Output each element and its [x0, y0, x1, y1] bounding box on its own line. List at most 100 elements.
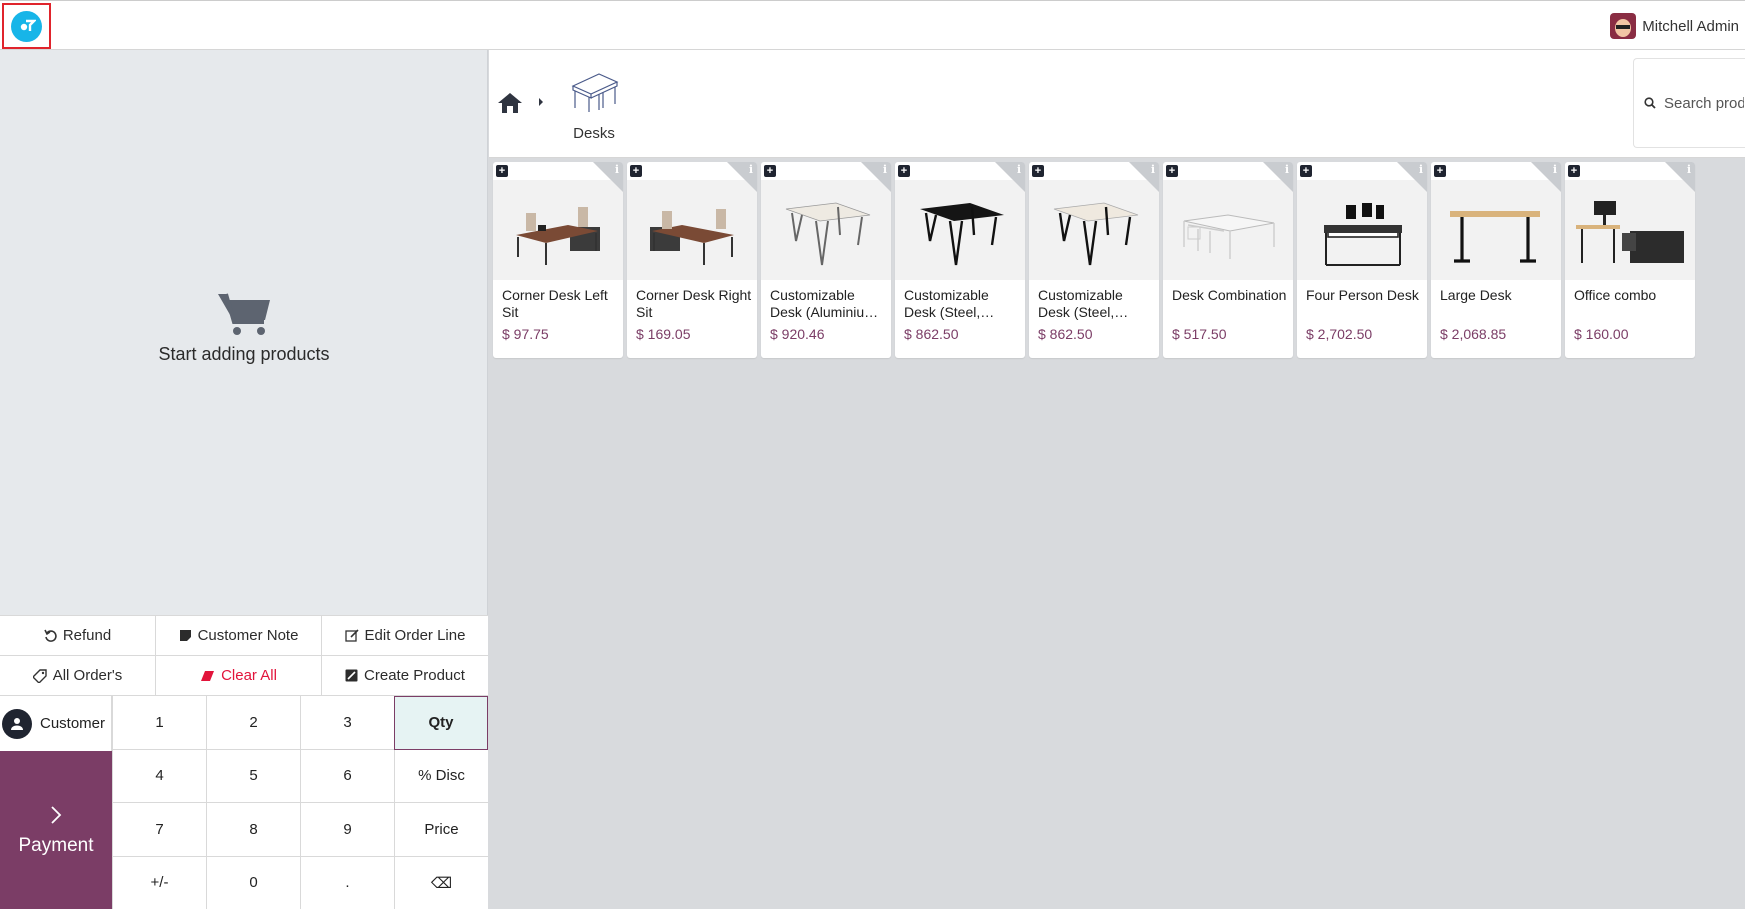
info-icon[interactable]: i: [1553, 163, 1557, 176]
numpad-sign-button[interactable]: +/-: [112, 856, 206, 909]
refund-button[interactable]: Refund: [0, 616, 156, 655]
search-input[interactable]: [1664, 94, 1744, 112]
product-card[interactable]: + i Four Person Desk $ 2,702.50: [1297, 162, 1427, 358]
customer-note-button[interactable]: Customer Note: [156, 616, 322, 655]
product-name: Customizable Desk (Steel, Black): [904, 287, 989, 320]
product-card[interactable]: + i Customizable Desk (Aluminium, White)…: [761, 162, 891, 358]
numpad-key-8[interactable]: 8: [206, 803, 300, 857]
search-box[interactable]: [1633, 58, 1745, 148]
numpad-area: Customer Payment 1 2 3 Qty 4 5 6 % Disc …: [0, 695, 488, 909]
numpad-key-9[interactable]: 9: [300, 803, 394, 857]
numpad-key-6[interactable]: 6: [300, 749, 394, 803]
product-screen: Desks + i Corner Desk Left Sit: [489, 50, 1745, 909]
tag-icon: [32, 668, 47, 683]
product-image: [1163, 180, 1293, 280]
info-icon[interactable]: i: [883, 163, 887, 176]
numpad-qty-button[interactable]: Qty: [394, 696, 488, 750]
numpad-key-7[interactable]: 7: [112, 803, 206, 857]
add-icon[interactable]: +: [1434, 165, 1446, 177]
home-icon[interactable]: [497, 92, 523, 114]
edit-icon: [344, 629, 359, 642]
product-image: [1565, 180, 1695, 280]
product-price: $ 169.05: [636, 326, 691, 342]
info-icon[interactable]: i: [615, 163, 619, 176]
numpad-key-5[interactable]: 5: [206, 749, 300, 803]
control-row-2: All Order's Clear All Create Product: [0, 655, 488, 695]
info-icon[interactable]: i: [1017, 163, 1021, 176]
search-icon: [1644, 97, 1656, 109]
product-card[interactable]: + i Desk Combination $ 517.50: [1163, 162, 1293, 358]
all-orders-button[interactable]: All Order's: [0, 656, 156, 695]
breadcrumb-category-desks[interactable]: Desks: [563, 70, 625, 142]
product-card[interactable]: + i Customizable Desk (Steel, White) $ 8…: [1029, 162, 1159, 358]
control-buttons: Refund Customer Note Edit Order Line All…: [0, 615, 488, 909]
product-card[interactable]: + i Customizable Desk (Steel, Black) $ 8…: [895, 162, 1025, 358]
product-card[interactable]: + i Corner Desk Right Sit $ 169.05: [627, 162, 757, 358]
numpad-backspace-button[interactable]: ⌫: [394, 856, 488, 909]
payment-label: Payment: [18, 834, 94, 856]
product-card[interactable]: + i Corner Desk Left Sit $ 97.75: [493, 162, 623, 358]
product-image: [761, 180, 891, 280]
customer-note-label: Customer Note: [197, 627, 299, 644]
customer-button[interactable]: Customer: [0, 696, 112, 751]
product-list: + i Corner Desk Left Sit $ 97.75 + i Cor…: [493, 162, 1695, 358]
edit-order-line-button[interactable]: Edit Order Line: [322, 616, 488, 655]
edit-order-line-label: Edit Order Line: [364, 627, 466, 644]
large-desk-icon: [1450, 211, 1540, 263]
add-icon[interactable]: +: [764, 165, 776, 177]
white-desk-icon: [1053, 202, 1139, 266]
numpad-key-1[interactable]: 1: [112, 696, 206, 750]
product-name: Corner Desk Left Sit: [502, 287, 608, 320]
add-icon[interactable]: +: [630, 165, 642, 177]
eraser-icon: [201, 670, 215, 681]
payment-button[interactable]: Payment: [0, 751, 112, 909]
add-icon[interactable]: +: [1300, 165, 1312, 177]
desk-combination-icon: [1183, 214, 1275, 259]
numpad-key-0[interactable]: 0: [206, 856, 300, 909]
product-name: Four Person Desk: [1306, 287, 1419, 303]
product-card[interactable]: + i Office combo $ 160.00: [1565, 162, 1695, 358]
product-price: $ 862.50: [1038, 326, 1093, 342]
create-product-button[interactable]: Create Product: [322, 656, 488, 695]
breadcrumb-caret-icon: [539, 98, 543, 106]
info-icon[interactable]: i: [749, 163, 753, 176]
add-icon[interactable]: +: [1568, 165, 1580, 177]
clear-all-button[interactable]: Clear All: [156, 656, 322, 695]
info-icon[interactable]: i: [1687, 163, 1691, 176]
add-icon[interactable]: +: [898, 165, 910, 177]
top-bar: Mitchell Admin: [0, 0, 1745, 50]
customer-label: Customer: [40, 715, 106, 732]
product-price: $ 97.75: [502, 326, 549, 342]
product-image: [895, 180, 1025, 280]
info-icon[interactable]: i: [1285, 163, 1289, 176]
product-image: [627, 180, 757, 280]
product-card[interactable]: + i Large Desk $ 2,068.85: [1431, 162, 1561, 358]
numpad-price-button[interactable]: Price: [394, 803, 488, 857]
product-price: $ 920.46: [770, 326, 825, 342]
info-icon[interactable]: i: [1419, 163, 1423, 176]
product-image: [493, 180, 623, 280]
note-icon: [179, 630, 191, 641]
info-icon[interactable]: i: [1151, 163, 1155, 176]
numpad-key-4[interactable]: 4: [112, 749, 206, 803]
product-name: Office combo: [1574, 287, 1657, 303]
numpad-key-3[interactable]: 3: [300, 696, 394, 750]
all-orders-label: All Order's: [52, 667, 123, 684]
empty-order-text: Start adding products: [158, 344, 330, 364]
order-panel: Start adding products Refund Customer No…: [0, 50, 488, 909]
office-combo-icon: [1576, 201, 1684, 263]
numpad-decimal-button[interactable]: .: [300, 856, 394, 909]
app-logo-button[interactable]: [2, 3, 51, 49]
add-icon[interactable]: +: [496, 165, 508, 177]
add-icon[interactable]: +: [1166, 165, 1178, 177]
product-name: Corner Desk Right Sit: [636, 287, 752, 320]
undo-icon: [44, 629, 57, 642]
add-icon[interactable]: +: [1032, 165, 1044, 177]
odoo-logo-icon: [11, 10, 42, 42]
clear-all-label: Clear All: [221, 667, 277, 684]
shopping-cart-icon: [218, 293, 270, 335]
user-menu[interactable]: Mitchell Admin: [1610, 12, 1745, 40]
numpad-key-2[interactable]: 2: [206, 696, 300, 750]
numpad-discount-button[interactable]: % Disc: [394, 749, 488, 803]
chevron-right-icon: [51, 805, 62, 824]
